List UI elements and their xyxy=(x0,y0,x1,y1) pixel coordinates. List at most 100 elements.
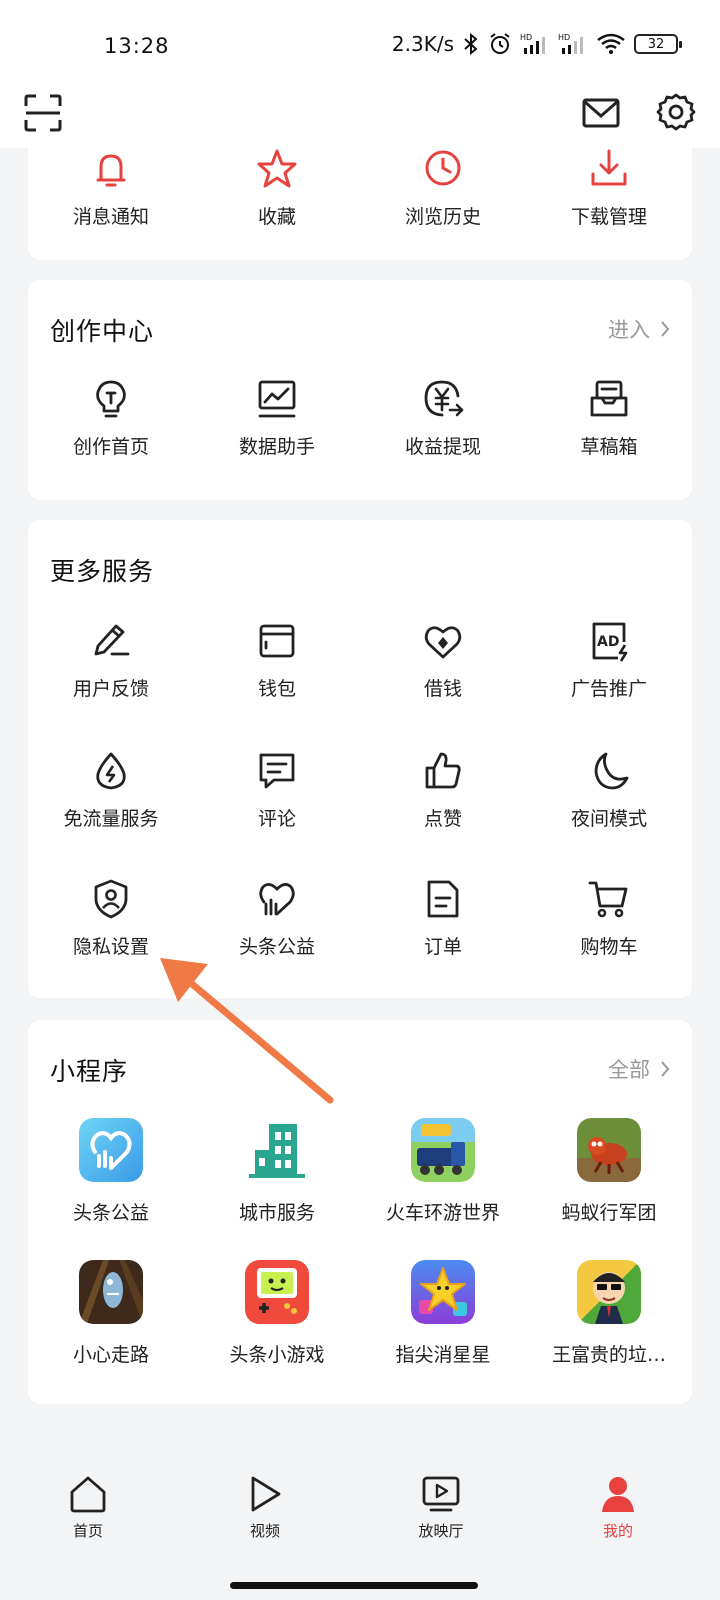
chart-monitor-icon xyxy=(258,380,296,418)
creation-home[interactable]: 创作首页 xyxy=(28,378,194,459)
section-title: 小程序 xyxy=(50,1057,129,1086)
loan-icon xyxy=(424,626,462,659)
play-icon xyxy=(251,1476,281,1512)
quick-item-label: 消息通知 xyxy=(72,206,149,228)
service-data-free[interactable]: 免流量服务 xyxy=(28,750,194,831)
nav-label: 首页 xyxy=(72,1522,103,1540)
mini-program-label: 小心走路 xyxy=(72,1344,149,1366)
status-bar: 13:28 2.3K/s HD HD 32 xyxy=(0,0,720,80)
yuan-icon xyxy=(424,380,464,417)
nav-label: 视频 xyxy=(249,1522,280,1540)
more-services-card: 更多服务 用户反馈 钱包 借钱 AD 广告推广 免流量服务 评论 点赞 夜间模式… xyxy=(28,520,692,998)
thumbs-up-icon xyxy=(425,752,461,789)
creation-item-label: 创作首页 xyxy=(72,436,149,458)
moon-icon xyxy=(594,752,629,790)
nav-home[interactable]: 首页 xyxy=(28,1474,148,1541)
mini-program-charity[interactable]: 头条公益 xyxy=(28,1118,194,1225)
comment-icon xyxy=(259,753,295,789)
enter-link[interactable]: 进入 xyxy=(608,314,670,344)
ad-icon: AD xyxy=(592,622,628,662)
creation-item-label: 数据助手 xyxy=(238,436,315,458)
clock-icon xyxy=(425,150,461,186)
service-feedback[interactable]: 用户反馈 xyxy=(28,620,194,701)
quick-item-notifications[interactable]: 消息通知 xyxy=(28,148,194,229)
top-bar xyxy=(0,80,720,148)
mini-program-label: 指尖消星星 xyxy=(395,1344,491,1366)
pencil-icon xyxy=(94,624,130,656)
mini-program-label: 头条小游戏 xyxy=(229,1344,325,1366)
quick-item-history[interactable]: 浏览历史 xyxy=(360,148,526,229)
mini-program-star-game[interactable]: 指尖消星星 xyxy=(360,1260,526,1367)
service-charity[interactable]: 头条公益 xyxy=(194,878,360,959)
view-all-label: 全部 xyxy=(608,1058,650,1082)
data-drop-icon xyxy=(96,752,126,790)
home-icon xyxy=(70,1476,106,1513)
star-game-icon xyxy=(411,1260,475,1324)
nav-video[interactable]: 视频 xyxy=(205,1474,325,1541)
bluetooth-icon xyxy=(464,32,478,56)
cart-icon xyxy=(588,881,628,918)
battery-icon: 32 xyxy=(634,34,682,54)
quick-item-label: 浏览历史 xyxy=(404,206,481,228)
service-wallet[interactable]: 钱包 xyxy=(194,620,360,701)
service-label: 广告推广 xyxy=(570,678,647,700)
view-all-link[interactable]: 全部 xyxy=(608,1054,670,1084)
alarm-icon xyxy=(490,33,510,54)
hd-signal-icon: HD xyxy=(520,33,545,54)
creation-item-label: 收益提现 xyxy=(404,436,481,458)
battery-level: 32 xyxy=(647,36,665,52)
ant-game-icon xyxy=(577,1118,641,1182)
charity-app-icon xyxy=(79,1118,143,1182)
mini-program-label: 城市服务 xyxy=(238,1202,315,1224)
mini-program-label: 蚂蚁行军团 xyxy=(561,1202,657,1224)
nav-profile[interactable]: 我的 xyxy=(558,1474,678,1541)
mini-program-label: 火车环游世界 xyxy=(385,1202,500,1224)
creation-data[interactable]: 数据助手 xyxy=(194,378,360,459)
mini-program-wang-fugui[interactable]: 王富贵的垃… xyxy=(526,1260,692,1367)
svg-text:HD: HD xyxy=(558,33,570,42)
scan-icon[interactable] xyxy=(24,94,62,132)
service-comments[interactable]: 评论 xyxy=(194,750,360,831)
profile-icon xyxy=(602,1477,634,1512)
section-title: 创作中心 xyxy=(50,317,155,346)
creation-center-card: 创作中心 进入 创作首页 数据助手 收益提现 草稿箱 xyxy=(28,280,692,500)
creation-drafts[interactable]: 草稿箱 xyxy=(526,378,692,459)
hd-signal-icon-2: HD xyxy=(558,33,583,54)
creation-earnings[interactable]: 收益提现 xyxy=(360,378,526,459)
download-icon xyxy=(591,149,627,186)
settings-icon[interactable] xyxy=(656,92,696,132)
mail-icon[interactable] xyxy=(582,94,620,132)
train-game-icon xyxy=(411,1118,475,1182)
service-orders[interactable]: 订单 xyxy=(360,878,526,959)
mini-program-city-service[interactable]: 城市服务 xyxy=(194,1118,360,1225)
mini-program-careful-walk[interactable]: 小心走路 xyxy=(28,1260,194,1367)
service-ads[interactable]: AD 广告推广 xyxy=(526,620,692,701)
mini-program-toutiao-games[interactable]: 头条小游戏 xyxy=(194,1260,360,1367)
service-label: 免流量服务 xyxy=(63,808,159,830)
mini-program-label: 王富贵的垃… xyxy=(551,1344,666,1366)
bottom-nav: 首页 视频 放映厅 我的 xyxy=(0,1460,720,1600)
wallet-icon xyxy=(259,624,295,658)
draft-box-icon xyxy=(590,380,628,417)
privacy-shield-icon xyxy=(94,879,128,919)
svg-text:AD: AD xyxy=(597,634,619,650)
quick-item-favorites[interactable]: 收藏 xyxy=(194,148,360,229)
mini-program-ant-game[interactable]: 蚂蚁行军团 xyxy=(526,1118,692,1225)
gameboy-app-icon xyxy=(245,1260,309,1324)
service-label: 夜间模式 xyxy=(570,808,647,830)
mini-program-train-game[interactable]: 火车环游世界 xyxy=(360,1118,526,1225)
screening-room-icon xyxy=(422,1476,460,1512)
service-privacy-settings[interactable]: 隐私设置 xyxy=(28,878,194,959)
enter-link-label: 进入 xyxy=(608,318,650,342)
annotation-arrow-icon xyxy=(160,958,334,1104)
service-night-mode[interactable]: 夜间模式 xyxy=(526,750,692,831)
status-indicators: 2.3K/s HD HD 32 xyxy=(392,32,682,56)
quick-item-downloads[interactable]: 下载管理 xyxy=(526,148,692,229)
service-cart[interactable]: 购物车 xyxy=(526,878,692,959)
nav-screening-room[interactable]: 放映厅 xyxy=(381,1474,501,1541)
quick-item-label: 收藏 xyxy=(257,206,296,228)
service-likes[interactable]: 点赞 xyxy=(360,750,526,831)
service-loan[interactable]: 借钱 xyxy=(360,620,526,701)
service-label: 购物车 xyxy=(580,936,638,958)
service-label: 点赞 xyxy=(423,808,462,830)
